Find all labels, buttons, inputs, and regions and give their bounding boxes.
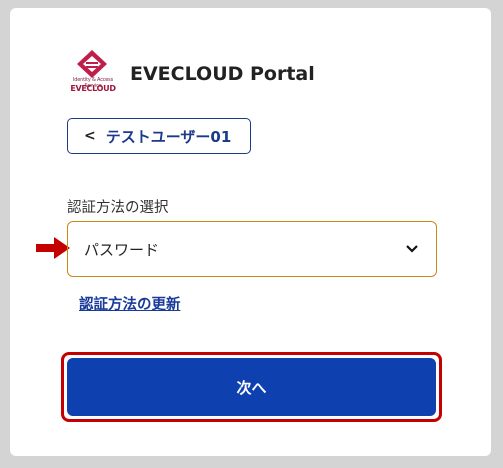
brand-header: Identity & Access Service EVECLOUD EVECL…: [67, 50, 315, 98]
evecloud-logo: Identity & Access Service EVECLOUD: [67, 50, 119, 98]
user-name: テストユーザー01: [105, 127, 232, 146]
auth-method-label: 認証方法の選択: [67, 200, 169, 216]
update-auth-method-link[interactable]: 認証方法の更新: [79, 293, 181, 314]
chevron-left-icon: <: [84, 128, 96, 144]
logo-text: EVECLOUD: [70, 84, 116, 93]
next-button[interactable]: 次へ: [67, 358, 436, 416]
user-back-button[interactable]: < テストユーザー01: [67, 118, 251, 154]
page-title: EVECLOUD Portal: [130, 63, 315, 85]
chevron-down-icon: [406, 245, 418, 253]
logo-mark-icon: [77, 50, 107, 78]
auth-method-value: パスワード: [84, 240, 160, 259]
auth-method-select[interactable]: パスワード: [67, 221, 437, 277]
